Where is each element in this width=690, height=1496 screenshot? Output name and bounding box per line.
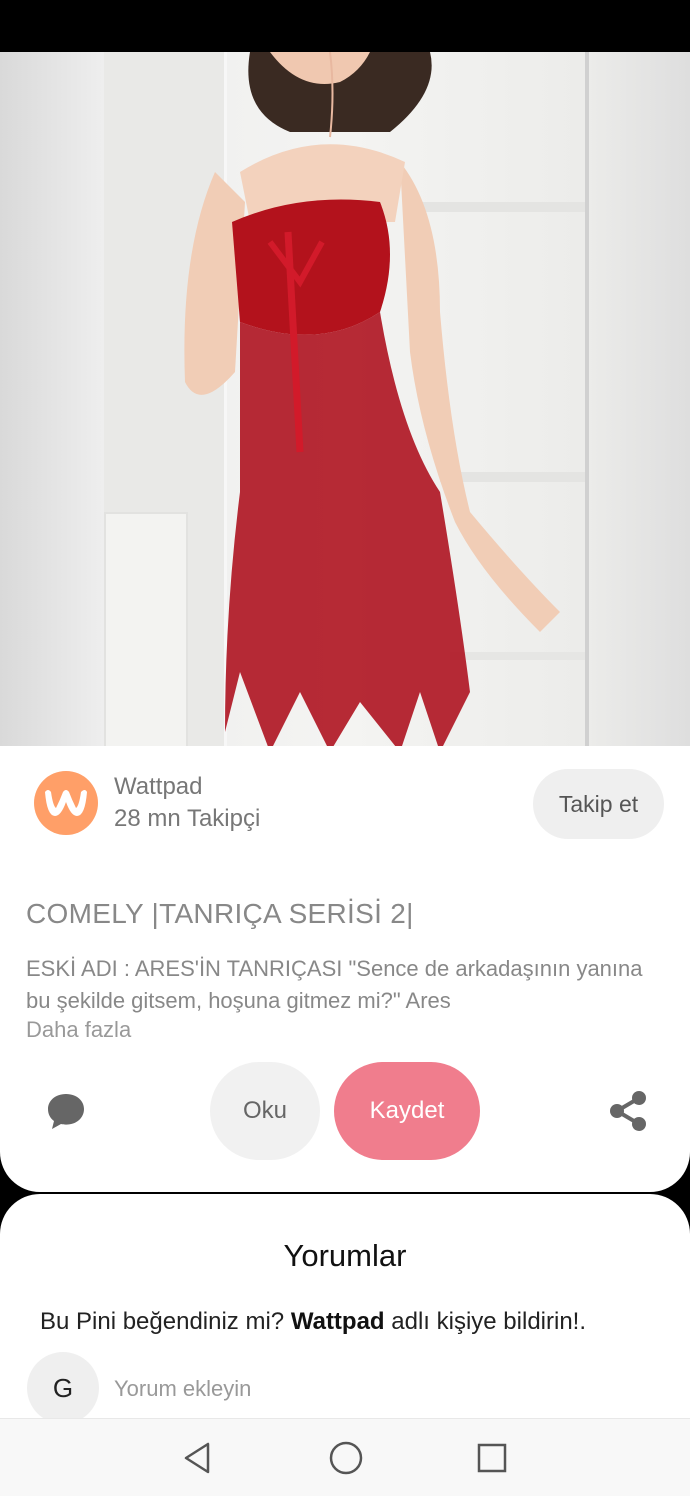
pin-description: ESKİ ADI : ARES'İN TANRIÇASI "Sence de a… — [26, 956, 643, 1013]
comment-bubble-icon[interactable] — [46, 1091, 86, 1131]
wattpad-logo-icon — [45, 790, 87, 816]
read-button[interactable]: Oku — [210, 1062, 320, 1160]
status-bar — [0, 0, 690, 52]
more-link[interactable]: Daha fazla — [26, 1017, 131, 1043]
save-button[interactable]: Kaydet — [334, 1062, 480, 1160]
share-icon[interactable] — [608, 1090, 648, 1132]
pin-title: COMELY |TANRIÇA SERİSİ 2| — [26, 898, 414, 929]
prompt-creator-name: Wattpad — [290, 1308, 385, 1335]
follow-button[interactable]: Takip et — [533, 769, 664, 839]
user-avatar[interactable]: G — [27, 1352, 99, 1424]
creator-avatar[interactable] — [34, 771, 98, 835]
creator-followers: 28 mn Takipçi — [114, 805, 261, 832]
creator-name[interactable]: Wattpad — [114, 773, 203, 801]
triangle-back-icon[interactable] — [178, 1438, 218, 1478]
comments-title: Yorumlar — [283, 1238, 407, 1273]
model-figure — [184, 52, 560, 746]
comments-prompt: Bu Pini beğendiniz mi? Wattpad adlı kişi… — [40, 1308, 587, 1335]
pin-image[interactable] — [0, 52, 690, 746]
circle-home-icon[interactable] — [326, 1438, 366, 1478]
comment-input[interactable] — [114, 1372, 634, 1406]
system-nav-bar — [0, 1418, 690, 1496]
pin-details-card: Wattpad 28 mn Takipçi Takip et COMELY |T… — [0, 746, 690, 1192]
comments-sheet: Yorumlar Bu Pini beğendiniz mi? Wattpad … — [0, 1194, 690, 1424]
square-recents-icon[interactable] — [472, 1438, 512, 1478]
